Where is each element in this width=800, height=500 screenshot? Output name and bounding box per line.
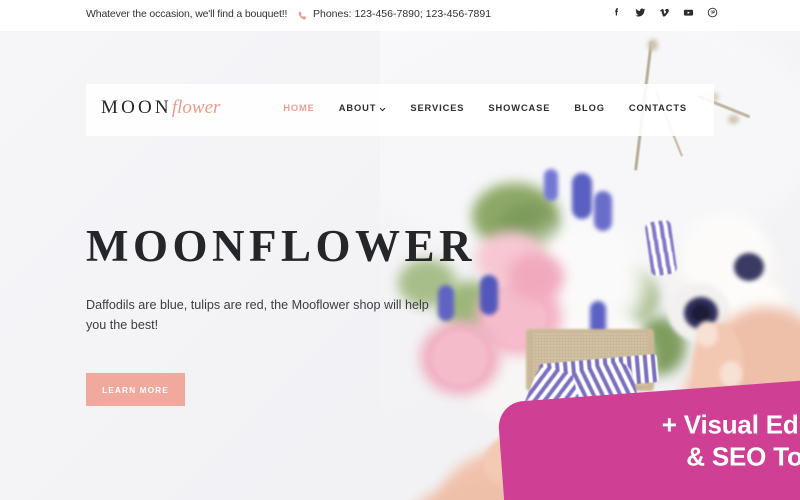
page-root: Whatever the occasion, we'll find a bouq… <box>0 0 800 500</box>
nav-item-contacts[interactable]: CONTACTS <box>617 103 699 113</box>
promo-banner-text: + Visual Editor & SEO Tools <box>502 390 800 500</box>
youtube-icon[interactable] <box>683 7 694 18</box>
main-navigation: HOME ABOUT SERVICES SHOWCASE BLOG CONTAC… <box>271 103 699 113</box>
hero-subtitle: Daffodils are blue, tulips are red, the … <box>86 298 429 333</box>
pinterest-icon[interactable] <box>707 7 718 18</box>
logo-secondary-text: flower <box>171 97 221 118</box>
phones-text: Phones: 123-456-7890; 123-456-7891 <box>313 8 492 20</box>
nav-label-services: SERVICES <box>410 103 465 113</box>
site-logo[interactable]: MOONflower <box>101 97 220 119</box>
nav-label-contacts: CONTACTS <box>628 103 687 113</box>
learn-more-button[interactable]: LEARN MORE <box>86 373 185 406</box>
nav-label-showcase: SHOWCASE <box>488 103 551 113</box>
nav-item-home[interactable]: HOME <box>271 103 327 113</box>
nav-item-services[interactable]: SERVICES <box>398 103 476 113</box>
tagline-text: Whatever the occasion, we'll find a bouq… <box>86 8 288 20</box>
chevron-down-icon <box>379 105 386 112</box>
twitter-icon[interactable] <box>635 7 646 18</box>
top-bar: Whatever the occasion, we'll find a bouq… <box>0 0 800 31</box>
promo-line-1: + Visual Editor <box>661 409 800 440</box>
hero-title: MOONFLOWER <box>86 221 476 271</box>
nav-item-about[interactable]: ABOUT <box>327 103 399 113</box>
nav-item-blog[interactable]: BLOG <box>562 103 616 113</box>
social-links <box>611 7 718 18</box>
phone-icon <box>297 9 308 20</box>
nav-label-home: HOME <box>283 103 315 113</box>
hero-section: MOONflower HOME ABOUT SERVICES SHOWCASE <box>0 31 800 500</box>
facebook-icon[interactable] <box>611 7 622 18</box>
logo-primary-text: MOON <box>101 97 172 118</box>
nav-label-blog: BLOG <box>574 103 605 113</box>
promo-line-2: & SEO Tools <box>686 441 800 472</box>
nav-item-showcase[interactable]: SHOWCASE <box>476 103 562 113</box>
site-header: MOONflower HOME ABOUT SERVICES SHOWCASE <box>86 84 714 136</box>
vimeo-icon[interactable] <box>659 7 670 18</box>
nav-label-about: ABOUT <box>338 103 377 113</box>
